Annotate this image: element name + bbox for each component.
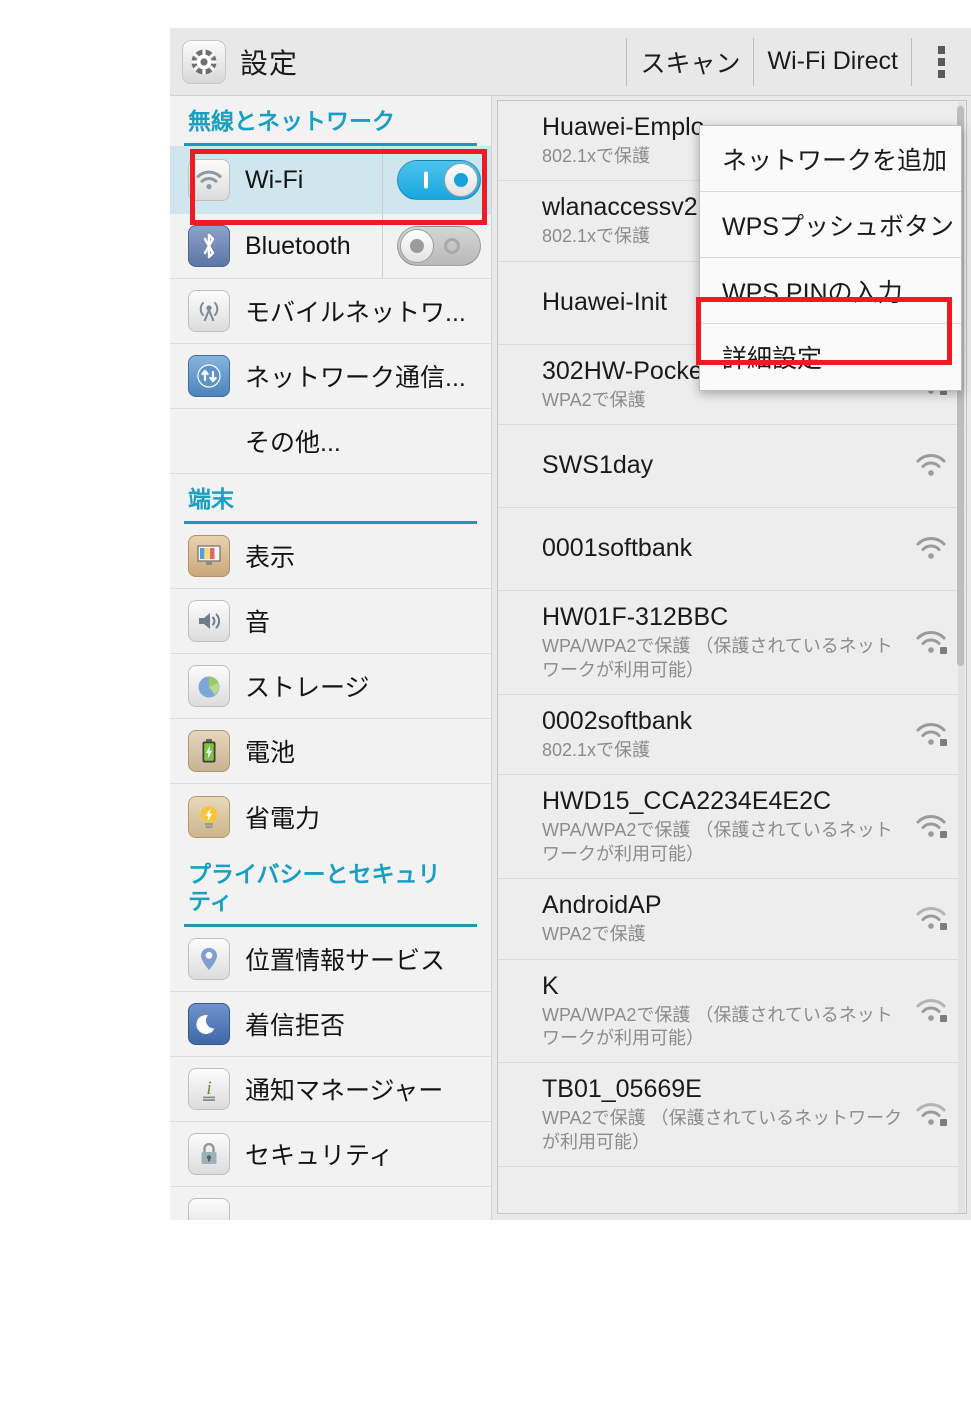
sound-icon xyxy=(188,600,230,643)
gear-icon xyxy=(182,39,226,84)
network-ssid: K xyxy=(542,971,559,1000)
data-usage-icon xyxy=(188,355,230,398)
network-ssid: SWS1day xyxy=(542,451,654,480)
sidebar-item-power-saving[interactable]: 省電力 xyxy=(170,784,491,849)
menu-item-wps-push-button[interactable]: WPSプッシュボタン xyxy=(700,192,961,258)
network-security: WPA/WPA2で保護 （保護されているネットワークが利用可能） xyxy=(542,1004,893,1048)
sidebar-item-location-services[interactable]: 位置情報サービス xyxy=(170,927,491,992)
moon-icon xyxy=(188,1002,230,1045)
cell-tower-icon xyxy=(188,290,230,333)
toggle-switch-on[interactable] xyxy=(397,160,481,201)
sidebar-item-sound[interactable]: 音 xyxy=(170,589,491,655)
sidebar-item-label: 省電力 xyxy=(245,804,321,833)
sidebar-item-label: ストレージ xyxy=(245,674,370,703)
wifi-signal-locked-icon xyxy=(914,997,948,1025)
network-security: WPA2で保護 xyxy=(542,924,646,945)
wifi-signal-icon xyxy=(914,452,948,480)
sidebar-section-header-device: 端末 xyxy=(188,486,234,513)
network-ssid: AndroidAP xyxy=(542,891,662,920)
list-item[interactable]: 0001softbank xyxy=(498,508,966,592)
sidebar-item-label: 表示 xyxy=(245,544,296,573)
network-ssid: TB01_05669E xyxy=(542,1075,702,1104)
menu-item-add-network[interactable]: ネットワークを追加 xyxy=(700,126,961,192)
sidebar-item-storage[interactable]: ストレージ xyxy=(170,654,491,720)
network-security: WPA/WPA2で保護 （保護されているネットワークが利用可能） xyxy=(542,820,893,864)
battery-icon xyxy=(188,730,230,773)
sidebar-item-label: 着信拒否 xyxy=(245,1011,346,1040)
menu-item-wps-pin[interactable]: WPS PINの入力 xyxy=(700,258,961,324)
network-ssid: HW01F-312BBC xyxy=(542,603,729,632)
sidebar-item-label: 位置情報サービス xyxy=(245,946,446,975)
app-header: 設定 スキャン Wi-Fi Direct xyxy=(170,28,971,96)
network-security: WPA2で保護 xyxy=(542,389,646,410)
network-ssid: 0002softbank xyxy=(542,706,693,735)
network-security: WPA2で保護 （保護されているネットワークが利用可能） xyxy=(542,1108,903,1152)
bluetooth-icon xyxy=(188,225,230,268)
sidebar-section-header-wireless: 無線とネットワーク xyxy=(188,108,395,134)
sidebar-item-label: セキュリティ xyxy=(245,1141,394,1170)
sidebar-item-label: Wi-Fi xyxy=(245,165,304,194)
wifi-toggle[interactable] xyxy=(382,146,481,215)
sidebar-item-label: Bluetooth xyxy=(245,231,351,260)
storage-icon xyxy=(188,665,230,708)
scan-button[interactable]: スキャン xyxy=(626,37,753,86)
sidebar-item-label: その他... xyxy=(245,429,341,458)
list-item[interactable]: SWS1day xyxy=(498,425,966,509)
overflow-dropdown-menu[interactable]: ネットワークを追加 WPSプッシュボタン WPS PINの入力 詳細設定 xyxy=(699,125,962,391)
wifi-icon xyxy=(188,159,230,202)
list-item[interactable]: TB01_05669E WPA2で保護 （保護されているネットワークが利用可能） xyxy=(498,1063,966,1168)
sidebar-item-partial[interactable] xyxy=(170,1187,491,1220)
sidebar-item-label: 通知マネージャー xyxy=(245,1076,444,1105)
content-area: 無線とネットワーク Wi-Fi Bluetooth モバイルネットワ... ネッ… xyxy=(170,96,971,1220)
info-icon: i xyxy=(188,1067,230,1110)
svg-text:i: i xyxy=(206,1078,211,1099)
page-title: 設定 xyxy=(240,47,299,79)
wifi-signal-locked-icon xyxy=(914,629,948,657)
toggle-switch-off[interactable] xyxy=(397,226,481,267)
sidebar-item-label: ネットワーク通信... xyxy=(245,364,466,393)
location-pin-icon xyxy=(188,937,230,980)
sidebar-item-battery[interactable]: 電池 xyxy=(170,719,491,785)
partial-icon xyxy=(188,1197,230,1220)
menu-item-advanced-settings[interactable]: 詳細設定 xyxy=(700,324,961,390)
power-saving-icon xyxy=(188,795,230,838)
sidebar-item-display[interactable]: 表示 xyxy=(170,524,491,590)
wifi-signal-locked-icon xyxy=(914,1101,948,1129)
sidebar-item-data-usage[interactable]: ネットワーク通信... xyxy=(170,344,491,410)
list-item[interactable]: 0002softbank 802.1xで保護 xyxy=(498,695,966,776)
network-ssid: 0001softbank xyxy=(542,534,693,563)
sidebar-item-more[interactable]: その他... xyxy=(170,409,491,475)
list-item[interactable]: K WPA/WPA2で保護 （保護されているネットワークが利用可能） xyxy=(498,960,966,1064)
sidebar-section-header-privacy: プライバシーとセキュリティ xyxy=(188,861,441,915)
network-security: 802.1xで保護 xyxy=(542,739,651,760)
network-ssid: HWD15_CCA2234E4E2C xyxy=(542,787,832,816)
wifi-signal-icon xyxy=(914,535,948,563)
sidebar-item-label: モバイルネットワ... xyxy=(245,299,466,328)
settings-sidebar[interactable]: 無線とネットワーク Wi-Fi Bluetooth モバイルネットワ... ネッ… xyxy=(170,96,492,1220)
sidebar-item-call-block[interactable]: 着信拒否 xyxy=(170,992,491,1057)
sidebar-item-label: 電池 xyxy=(245,739,296,768)
wifi-signal-locked-icon xyxy=(914,905,948,933)
wifi-signal-locked-icon xyxy=(914,721,948,749)
sidebar-item-security[interactable]: セキュリティ xyxy=(170,1122,491,1187)
sidebar-item-mobile-network[interactable]: モバイルネットワ... xyxy=(170,279,491,345)
bluetooth-toggle[interactable] xyxy=(382,214,481,279)
sidebar-item-wifi[interactable]: Wi-Fi xyxy=(170,146,491,215)
display-icon xyxy=(188,535,230,578)
sidebar-item-notification-manager[interactable]: i 通知マネージャー xyxy=(170,1057,491,1122)
sidebar-item-label: 音 xyxy=(245,609,271,638)
network-security: WPA/WPA2で保護 （保護されているネットワークが利用可能） xyxy=(542,636,893,680)
overflow-menu-icon[interactable] xyxy=(911,37,971,86)
settings-app-window: 設定 スキャン Wi-Fi Direct 無線とネットワーク Wi-Fi Blu… xyxy=(170,28,971,1220)
list-item[interactable]: HWD15_CCA2234E4E2C WPA/WPA2で保護 （保護されているネ… xyxy=(498,775,966,880)
sidebar-item-bluetooth[interactable]: Bluetooth xyxy=(170,214,491,280)
wifi-signal-locked-icon xyxy=(914,813,948,841)
list-item[interactable]: AndroidAP WPA2で保護 xyxy=(498,879,966,960)
lock-icon xyxy=(188,1132,230,1175)
list-item[interactable]: HW01F-312BBC WPA/WPA2で保護 （保護されているネットワークが… xyxy=(498,591,966,695)
wifi-direct-button[interactable]: Wi-Fi Direct xyxy=(753,37,911,86)
